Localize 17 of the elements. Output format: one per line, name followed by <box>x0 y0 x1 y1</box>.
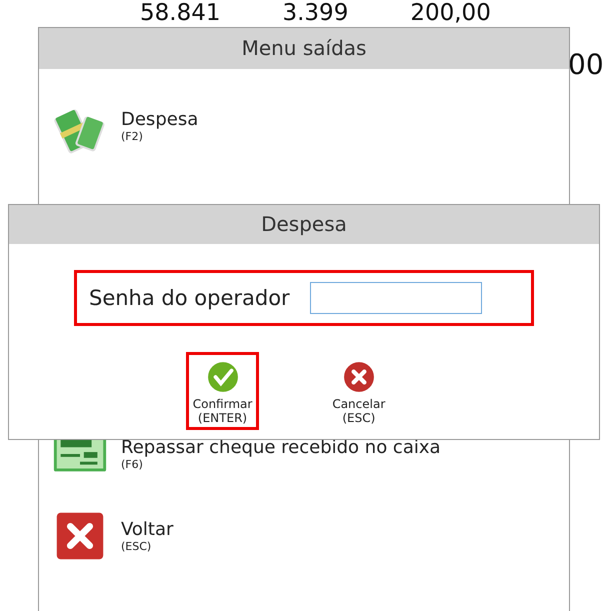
shortcut-label: (ESC) <box>121 540 152 553</box>
background-value: 00 <box>568 48 604 81</box>
background-value: 58.841 <box>140 0 220 26</box>
shortcut-label: (F2) <box>121 130 144 143</box>
background-value: 3.399 <box>282 0 348 26</box>
menu-item-label[interactable]: Despesa <box>121 109 198 130</box>
close-icon <box>342 361 375 393</box>
menu-item-label[interactable]: Repassar cheque recebido no caixa <box>121 437 441 458</box>
window-title: Menu saídas <box>39 28 569 69</box>
dialog-title: Despesa <box>9 205 599 244</box>
password-field[interactable] <box>310 282 482 314</box>
field-label: Senha do operador <box>89 286 290 310</box>
background-value: 200,00 <box>410 0 491 26</box>
shortcut-label: (F6) <box>121 458 144 471</box>
checkmark-icon <box>206 361 239 393</box>
confirm-button[interactable]: Confirmar (ENTER) <box>186 352 260 430</box>
menu-item-label[interactable]: Voltar <box>121 519 174 540</box>
